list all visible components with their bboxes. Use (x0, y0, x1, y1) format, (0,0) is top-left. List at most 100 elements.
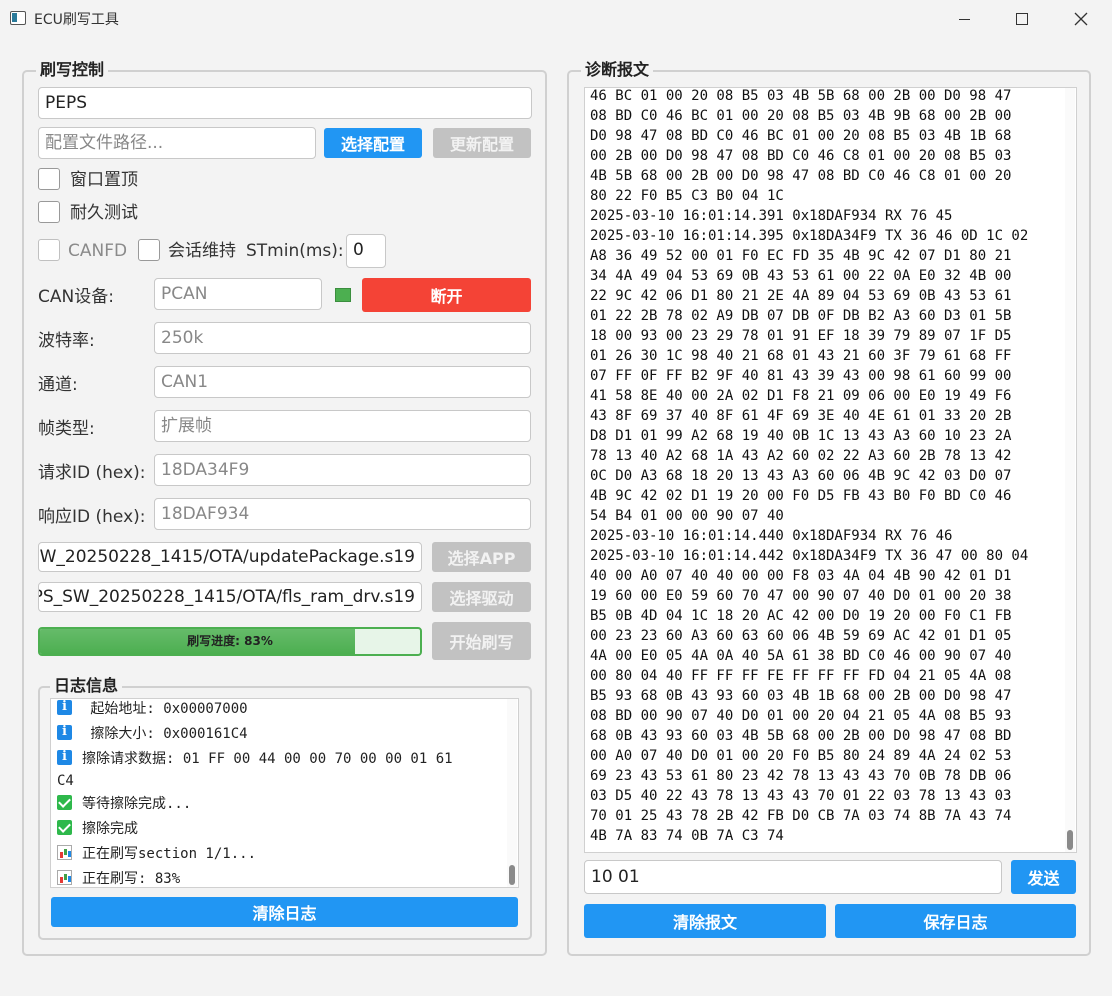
maximize-button[interactable] (999, 4, 1045, 34)
diagnostic-group: 诊断报文 46 BC 01 00 20 08 B5 03 4B 5B 68 00… (567, 59, 1091, 956)
clear-log-button[interactable]: 清除日志 (51, 897, 518, 927)
diagnostic-line: 01 22 2B 78 02 A9 DB 07 DB 0F DB B2 A3 6… (590, 308, 1012, 324)
diagnostic-line: 00 2B 00 D0 98 47 08 BD C0 46 C8 01 00 2… (590, 148, 1012, 164)
diagnostic-line: 46 BC 01 00 20 08 B5 03 4B 5B 68 00 2B 0… (590, 88, 1012, 104)
diagnostic-line: 19 60 00 E0 59 60 70 47 00 90 07 40 D0 0… (590, 588, 1012, 604)
window-title: ECU刷写工具 (34, 12, 119, 28)
diagnostic-line: B5 93 68 0B 43 93 60 03 4B 1B 68 00 2B 0… (590, 688, 1012, 704)
response-id-label: 响应ID (hex): (38, 507, 146, 527)
minimize-button[interactable] (941, 4, 987, 34)
check-icon (57, 820, 72, 835)
diagnostic-line: 01 26 30 1C 98 40 21 68 01 43 21 60 3F 7… (590, 348, 1012, 364)
always-on-top-checkbox[interactable] (38, 168, 60, 190)
log-entry: 擦除大小: 0x000161C4 (57, 723, 248, 743)
log-entry-text: C4 (57, 773, 74, 789)
diagnostic-line: 03 D5 40 22 43 78 13 43 43 70 01 22 03 7… (590, 788, 1012, 804)
diagnostic-line: 70 01 25 43 78 2B 42 FB D0 CB 7A 03 74 8… (590, 808, 1012, 824)
frame-type-label: 帧类型: (38, 419, 95, 439)
send-input[interactable]: 10 01 (584, 860, 1002, 894)
diagnostic-scrollbar[interactable] (1065, 88, 1075, 852)
start-flash-button[interactable]: 开始刷写 (432, 622, 531, 660)
log-entry: 等待擦除完成... (57, 795, 191, 813)
diagnostic-line: 07 FF 0F FF B2 9F 40 81 43 39 43 00 98 6… (590, 368, 1012, 384)
endurance-test-checkbox[interactable] (38, 201, 60, 223)
app-path-field[interactable]: SW_20250228_1415/OTA/updatePackage.s19 (38, 542, 422, 572)
log-entry-text: 擦除大小: 0x000161C4 (82, 726, 248, 742)
chart-icon (57, 845, 72, 860)
diagnostic-line: 40 00 A0 07 40 40 00 00 F8 03 4A 04 4B 9… (590, 568, 1012, 584)
select-config-button[interactable]: 选择配置 (324, 128, 422, 158)
diagnostic-line: 22 9C 42 06 D1 80 21 2E 4A 89 04 53 69 0… (590, 288, 1012, 304)
driver-path-field[interactable]: EPS_SW_20250228_1415/OTA/fls_ram_drv.s19 (38, 582, 422, 612)
log-scrollbar-thumb[interactable] (509, 865, 515, 885)
info-icon (57, 699, 72, 716)
diagnostic-line: 4B 7A 83 74 0B 7A C3 74 (590, 828, 784, 844)
diagnostic-line: 78 13 40 A2 68 1A 43 A2 60 02 22 A3 60 2… (590, 448, 1012, 464)
diagnostic-line: D8 D1 01 99 A2 68 19 40 0B 1C 13 43 A3 6… (590, 428, 1012, 444)
progress-text: 刷写进度: 83% (187, 634, 273, 648)
diagnostic-scrollbar-thumb[interactable] (1067, 830, 1073, 850)
chart-icon (57, 870, 72, 885)
diagnostic-line: 68 0B 43 93 60 03 4B 5B 68 00 2B 00 D0 9… (590, 728, 1012, 744)
canfd-checkbox[interactable] (38, 239, 60, 261)
frame-type-field[interactable]: 扩展帧 (154, 410, 531, 442)
session-keep-label: 会话维持 (168, 241, 236, 261)
diagnostic-line: D0 98 47 08 BD C0 46 BC 01 00 20 08 B5 0… (590, 128, 1012, 144)
send-button[interactable]: 发送 (1011, 860, 1076, 894)
request-id-field[interactable]: 18DA34F9 (154, 454, 531, 486)
close-button[interactable] (1058, 4, 1104, 34)
log-entry-text: 起始地址: 0x00007000 (82, 701, 248, 717)
diagnostic-line: 2025-03-10 16:01:14.391 0x18DAF934 RX 76… (590, 208, 953, 224)
update-config-button[interactable]: 更新配置 (433, 128, 531, 158)
baud-field[interactable]: 250k (154, 322, 531, 354)
can-device-field[interactable]: PCAN (154, 278, 322, 310)
session-keep-checkbox[interactable] (138, 239, 160, 261)
flash-progress-bar: 刷写进度: 83% (38, 627, 422, 656)
diagnostic-line: 08 BD 00 90 07 40 D0 01 00 20 04 21 05 4… (590, 708, 1012, 724)
diagnostic-line: 34 4A 49 04 53 69 0B 43 53 61 00 22 0A E… (590, 268, 1012, 284)
save-log-button[interactable]: 保存日志 (835, 904, 1076, 938)
log-entry-text: 等待擦除完成... (82, 796, 192, 812)
diagnostic-line: 2025-03-10 16:01:14.440 0x18DAF934 RX 76… (590, 528, 953, 544)
log-entry-text: 正在刷写: 83% (82, 871, 181, 887)
log-entry: C4 (57, 772, 74, 790)
log-group: 日志信息 起始地址: 0x00007000 擦除大小: 0x000161C4 擦除… (38, 675, 532, 940)
baud-label: 波特率: (38, 331, 95, 351)
disconnect-button[interactable]: 断开 (362, 278, 531, 312)
log-scrollbar[interactable] (507, 699, 517, 887)
connection-status-indicator (335, 288, 351, 302)
diagnostic-line: 2025-03-10 16:01:14.395 0x18DA34F9 TX 36… (590, 228, 1029, 244)
diagnostic-message-view[interactable]: 46 BC 01 00 20 08 B5 03 4B 5B 68 00 2B 0… (584, 87, 1077, 853)
diagnostic-line: 41 58 8E 40 00 2A 02 D1 F8 21 09 06 00 E… (590, 388, 1012, 404)
log-entry: 起始地址: 0x00007000 (57, 699, 248, 718)
diagnostic-line: 00 80 04 40 FF FF FF FE FF FF FF FD 04 2… (590, 668, 1012, 684)
diagnostic-line: 69 23 43 53 61 80 23 42 78 13 43 43 70 0… (590, 768, 1012, 784)
info-icon (57, 748, 72, 766)
log-entry-text: 擦除请求数据: 01 FF 00 44 00 00 70 00 00 01 61 (82, 751, 453, 767)
log-list[interactable]: 起始地址: 0x00007000 擦除大小: 0x000161C4 擦除请求数据:… (50, 698, 519, 888)
flash-control-title: 刷写控制 (36, 59, 109, 81)
can-device-label: CAN设备: (38, 287, 114, 307)
response-id-field[interactable]: 18DAF934 (154, 498, 531, 530)
diagnostic-line: 4A 00 E0 05 4A 0A 40 5A 61 38 BD C0 46 0… (590, 648, 1012, 664)
select-app-button[interactable]: 选择APP (432, 542, 531, 572)
log-entry: 正在刷写: 83% (57, 870, 181, 887)
channel-field[interactable]: CAN1 (154, 366, 531, 398)
clear-messages-button[interactable]: 清除报文 (584, 904, 826, 938)
endurance-test-label: 耐久测试 (70, 203, 138, 223)
diagnostic-line: A8 36 49 52 00 01 F0 EC FD 35 4B 9C 42 0… (590, 248, 1012, 264)
diagnostic-line: 00 23 23 60 A3 60 63 60 06 4B 59 69 AC 4… (590, 628, 1012, 644)
select-driver-button[interactable]: 选择驱动 (432, 582, 531, 612)
diagnostic-title: 诊断报文 (581, 59, 654, 81)
diagnostic-line: 4B 9C 42 02 D1 19 20 00 F0 D5 FB 43 B0 F… (590, 488, 1012, 504)
canfd-label: CANFD (68, 241, 128, 261)
info-icon (57, 723, 72, 741)
stmin-label: STmin(ms): (246, 241, 344, 261)
log-entry: 正在刷写section 1/1... (57, 845, 256, 863)
diagnostic-line: 0C D0 A3 68 18 20 13 43 A3 60 06 4B 9C 4… (590, 468, 1012, 484)
config-path-input[interactable]: 配置文件路径... (38, 127, 316, 159)
always-on-top-label: 窗口置顶 (70, 170, 138, 190)
diagnostic-line: 4B 5B 68 00 2B 00 D0 98 47 08 BD C0 46 C… (590, 168, 1012, 184)
stmin-input[interactable]: 0 (346, 234, 386, 268)
ecu-name-field[interactable]: PEPS (38, 87, 532, 119)
